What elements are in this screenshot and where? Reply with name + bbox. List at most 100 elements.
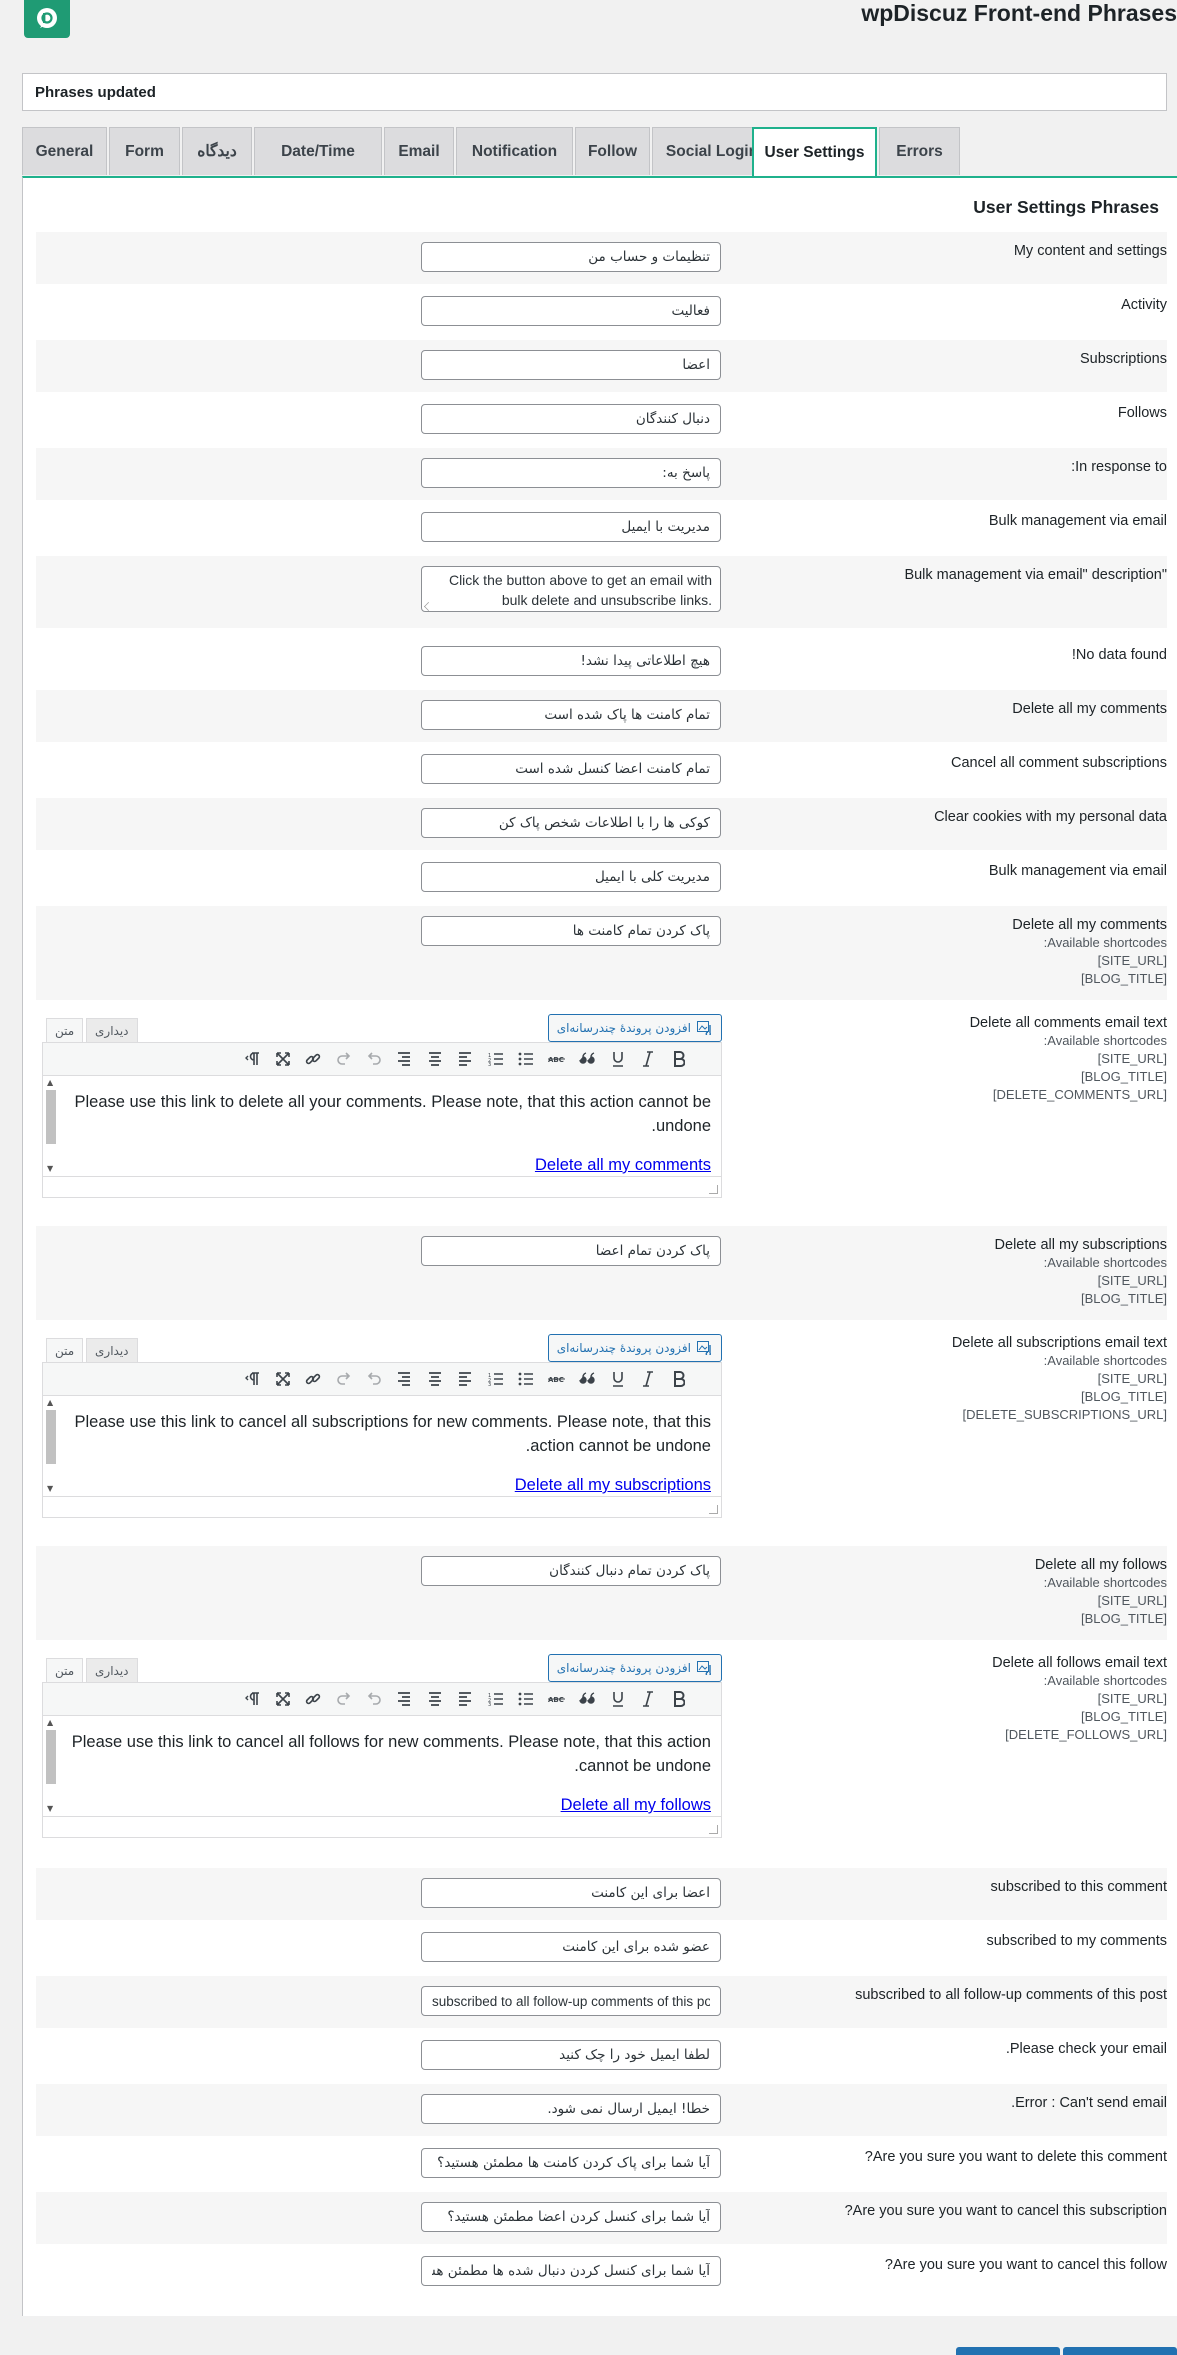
- redo-icon[interactable]: [333, 1049, 355, 1069]
- delete-comments-link[interactable]: Delete all my comments: [535, 1156, 711, 1175]
- paragraph-icon[interactable]: [243, 1369, 265, 1389]
- phrase-input[interactable]: [421, 916, 721, 946]
- align-center-icon[interactable]: [424, 1049, 446, 1069]
- align-center-icon[interactable]: [424, 1689, 446, 1709]
- editor-tab-visual[interactable]: دیداری: [86, 1338, 138, 1362]
- editor-content[interactable]: ▲ ▼ Please use this link to cancel all su…: [43, 1396, 721, 1496]
- phrase-label: Delete all comments email text: [969, 1015, 1167, 1031]
- bold-icon[interactable]: [668, 1049, 690, 1069]
- email-body-text: Please use this link to cancel all follo…: [71, 1733, 711, 1775]
- phrase-input[interactable]: [421, 458, 721, 488]
- add-media-button[interactable]: افزودن پروندهٔ چندرسانه‌ای: [547, 1654, 722, 1682]
- phrase-input[interactable]: [421, 808, 721, 838]
- fullscreen-icon[interactable]: [272, 1049, 294, 1069]
- phrase-textarea[interactable]: Click the button above to get an email w…: [421, 566, 721, 612]
- redo-icon[interactable]: [333, 1689, 355, 1709]
- delete-follows-link[interactable]: Delete all my follows: [561, 1796, 711, 1815]
- tab-notification[interactable]: Notification: [456, 127, 573, 175]
- editor-tab-visual[interactable]: دیداری: [86, 1018, 138, 1042]
- editor-scrollbar[interactable]: ▲ ▼: [45, 1398, 57, 1496]
- undo-icon[interactable]: [363, 1689, 385, 1709]
- tab-comment[interactable]: دیدگاه: [182, 127, 252, 175]
- editor-content[interactable]: ▲ ▼ Please use this link to delete all yo…: [43, 1076, 721, 1176]
- align-right-icon[interactable]: [393, 1049, 415, 1069]
- phrase-input[interactable]: [421, 754, 721, 784]
- strikethrough-icon[interactable]: ABC: [546, 1369, 568, 1389]
- phrase-input[interactable]: [421, 404, 721, 434]
- fullscreen-icon[interactable]: [272, 1689, 294, 1709]
- fullscreen-icon[interactable]: [272, 1369, 294, 1389]
- strikethrough-icon[interactable]: ABC: [546, 1049, 568, 1069]
- phrase-input[interactable]: [421, 2040, 721, 2070]
- phrase-input[interactable]: [421, 512, 721, 542]
- editor-tab-text[interactable]: متن: [46, 1018, 84, 1042]
- phrase-input[interactable]: [421, 1878, 721, 1908]
- save-button[interactable]: [956, 2347, 1060, 2355]
- tab-form[interactable]: Form: [109, 127, 180, 175]
- phrase-input[interactable]: [421, 1932, 721, 1962]
- align-left-icon[interactable]: [454, 1689, 476, 1709]
- link-icon[interactable]: [302, 1049, 324, 1069]
- paragraph-icon[interactable]: [243, 1689, 265, 1709]
- link-icon[interactable]: [302, 1369, 324, 1389]
- reset-button[interactable]: [1063, 2347, 1177, 2355]
- paragraph-icon[interactable]: [243, 1049, 265, 1069]
- underline-icon[interactable]: [607, 1369, 629, 1389]
- bullet-list-icon[interactable]: [515, 1369, 537, 1389]
- phrase-input[interactable]: [421, 1556, 721, 1586]
- underline-icon[interactable]: [607, 1689, 629, 1709]
- editor-tab-text[interactable]: متن: [46, 1338, 84, 1362]
- italic-icon[interactable]: [637, 1369, 659, 1389]
- delete-subscriptions-link[interactable]: Delete all my subscriptions: [515, 1476, 711, 1495]
- phrase-input[interactable]: [421, 2094, 721, 2124]
- phrase-input[interactable]: [421, 2202, 721, 2232]
- editor-scrollbar[interactable]: ▲ ▼: [45, 1718, 57, 1816]
- align-center-icon[interactable]: [424, 1369, 446, 1389]
- align-left-icon[interactable]: [454, 1369, 476, 1389]
- svg-text:3: 3: [488, 1062, 491, 1066]
- phrase-input[interactable]: [421, 862, 721, 892]
- undo-icon[interactable]: [363, 1369, 385, 1389]
- italic-icon[interactable]: [637, 1689, 659, 1709]
- tab-errors[interactable]: Errors: [879, 127, 960, 175]
- blockquote-icon[interactable]: [576, 1369, 598, 1389]
- align-left-icon[interactable]: [454, 1049, 476, 1069]
- bold-icon[interactable]: [668, 1369, 690, 1389]
- blockquote-icon[interactable]: [576, 1689, 598, 1709]
- phrase-input[interactable]: [421, 646, 721, 676]
- editor-content[interactable]: ▲ ▼ Please use this link to cancel all fo…: [43, 1716, 721, 1816]
- numbered-list-icon[interactable]: 123: [485, 1689, 507, 1709]
- bold-icon[interactable]: [668, 1689, 690, 1709]
- editor-tab-text[interactable]: متن: [46, 1658, 84, 1682]
- editor-tab-visual[interactable]: دیداری: [86, 1658, 138, 1682]
- editor-scrollbar[interactable]: ▲ ▼: [45, 1078, 57, 1176]
- tab-follow[interactable]: Follow: [575, 127, 650, 175]
- undo-icon[interactable]: [363, 1049, 385, 1069]
- align-right-icon[interactable]: [393, 1369, 415, 1389]
- italic-icon[interactable]: [637, 1049, 659, 1069]
- blockquote-icon[interactable]: [576, 1049, 598, 1069]
- phrase-input[interactable]: [421, 700, 721, 730]
- underline-icon[interactable]: [607, 1049, 629, 1069]
- link-icon[interactable]: [302, 1689, 324, 1709]
- phrase-input[interactable]: [421, 2148, 721, 2178]
- bullet-list-icon[interactable]: [515, 1689, 537, 1709]
- align-right-icon[interactable]: [393, 1689, 415, 1709]
- numbered-list-icon[interactable]: 123: [485, 1369, 507, 1389]
- bullet-list-icon[interactable]: [515, 1049, 537, 1069]
- numbered-list-icon[interactable]: 123: [485, 1049, 507, 1069]
- redo-icon[interactable]: [333, 1369, 355, 1389]
- phrase-input[interactable]: [421, 1986, 721, 2016]
- phrase-input[interactable]: [421, 1236, 721, 1266]
- tab-date-time[interactable]: Date/Time: [254, 127, 382, 175]
- phrase-input[interactable]: [421, 242, 721, 272]
- tab-user-settings[interactable]: User Settings: [752, 127, 877, 177]
- add-media-button[interactable]: افزودن پروندهٔ چندرسانه‌ای: [547, 1334, 722, 1362]
- phrase-input[interactable]: [421, 350, 721, 380]
- add-media-button[interactable]: افزودن پروندهٔ چندرسانه‌ای: [547, 1014, 722, 1042]
- tab-general[interactable]: General: [22, 127, 107, 175]
- tab-email[interactable]: Email: [384, 127, 454, 175]
- strikethrough-icon[interactable]: ABC: [546, 1689, 568, 1709]
- phrase-input[interactable]: [421, 2256, 721, 2286]
- phrase-input[interactable]: [421, 296, 721, 326]
